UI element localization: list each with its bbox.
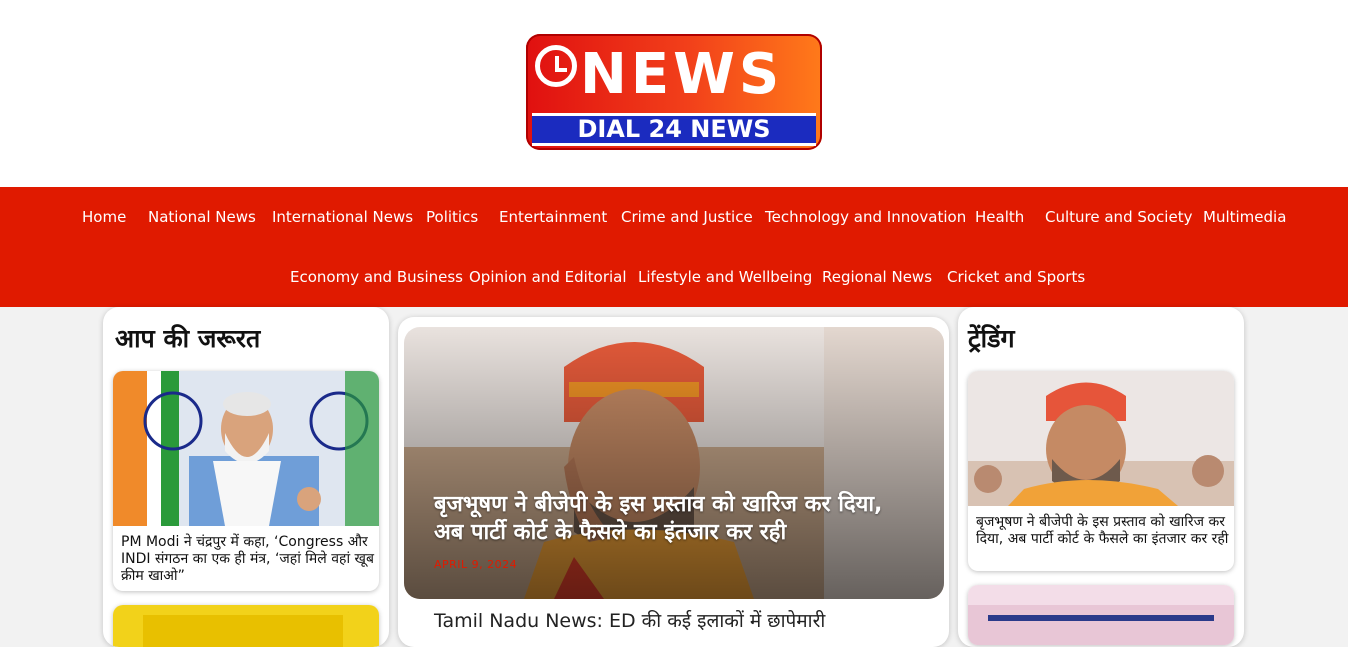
left-article-card[interactable]: PM Modi ने चंद्रपुर में कहा, ‘Congress औ…: [113, 371, 379, 591]
nav-regional-news[interactable]: Regional News: [822, 267, 932, 287]
nav-cricket-and-sports[interactable]: Cricket and Sports: [947, 267, 1085, 287]
right-section-title: ट्रेंडिंग: [968, 324, 1015, 353]
nav-multimedia[interactable]: Multimedia: [1203, 207, 1286, 227]
right-article-card[interactable]: बृजभूषण ने बीजेपी के इस प्रस्ताव को खारि…: [968, 371, 1234, 571]
nav-health[interactable]: Health: [975, 207, 1024, 227]
left-section-title: आप की जरूरत: [115, 324, 261, 353]
featured-article[interactable]: बृजभूषण ने बीजेपी के इस प्रस्ताव को खारि…: [404, 327, 944, 599]
right-article-card-2[interactable]: [968, 585, 1234, 645]
article-image[interactable]: [968, 371, 1234, 506]
article-caption[interactable]: बृजभूषण ने बीजेपी के इस प्रस्ताव को खारि…: [976, 514, 1232, 548]
next-article-headline[interactable]: Tamil Nadu News: ED की कई इलाकों में छाप…: [434, 607, 914, 633]
main-nav: Home National News International News Po…: [0, 187, 1348, 307]
nav-international-news[interactable]: International News: [272, 207, 413, 227]
nav-national-news[interactable]: National News: [148, 207, 256, 227]
nav-politics[interactable]: Politics: [426, 207, 478, 227]
article-image[interactable]: [968, 585, 1234, 645]
site-header: NEWS DIAL 24 NEWS: [0, 0, 1348, 187]
article-caption[interactable]: PM Modi ने चंद्रपुर में कहा, ‘Congress औ…: [121, 534, 375, 585]
article-image[interactable]: [113, 605, 379, 647]
nav-entertainment[interactable]: Entertainment: [499, 207, 607, 227]
left-panel: आप की जरूरत PM Modi ने चंद्रपुर में कहा,…: [103, 307, 389, 647]
logo-sub-text: DIAL 24 NEWS: [577, 115, 771, 143]
logo-bar: DIAL 24 NEWS: [532, 113, 816, 146]
logo-news-text: NEWS: [580, 42, 784, 107]
nav-culture-and-society[interactable]: Culture and Society: [1045, 207, 1192, 227]
right-panel: ट्रेंडिंग बृजभूषण ने बीजेपी के इस प्रस्त…: [958, 307, 1244, 647]
article-image[interactable]: [113, 371, 379, 526]
nav-home[interactable]: Home: [82, 207, 126, 227]
site-logo[interactable]: NEWS DIAL 24 NEWS: [526, 34, 822, 150]
nav-economy-and-business[interactable]: Economy and Business: [290, 267, 463, 287]
left-article-card-2[interactable]: [113, 605, 379, 647]
center-panel: बृजभूषण ने बीजेपी के इस प्रस्ताव को खारि…: [398, 317, 949, 647]
featured-headline[interactable]: बृजभूषण ने बीजेपी के इस प्रस्ताव को खारि…: [434, 491, 914, 547]
featured-date: APRIL 9, 2024: [434, 558, 518, 571]
clock-icon: [535, 45, 577, 87]
nav-opinion-and-editorial[interactable]: Opinion and Editorial: [469, 267, 627, 287]
nav-lifestyle-and-wellbeing[interactable]: Lifestyle and Wellbeing: [638, 267, 812, 287]
nav-crime-and-justice[interactable]: Crime and Justice: [621, 207, 753, 227]
nav-technology-and-innovation[interactable]: Technology and Innovation: [765, 207, 966, 227]
